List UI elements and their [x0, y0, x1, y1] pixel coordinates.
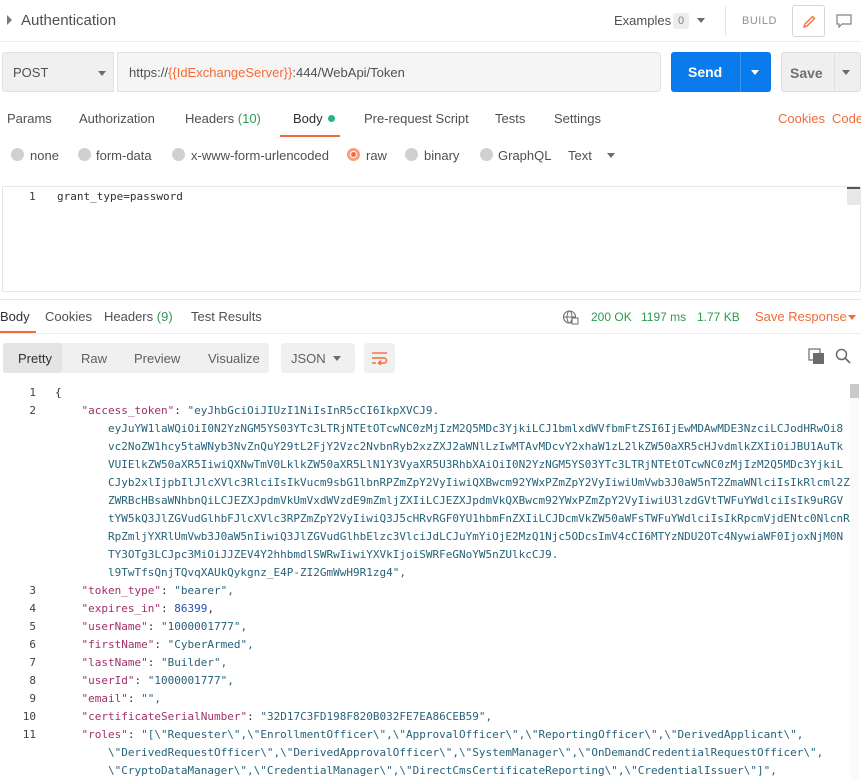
active-tab-indicator [280, 135, 340, 137]
examples-dropdown-icon[interactable] [697, 18, 705, 23]
modified-dot-icon [327, 115, 335, 122]
view-mode-visualize[interactable]: Visualize [208, 351, 260, 366]
tab-authorization[interactable]: Authorization [79, 111, 155, 126]
response-json-viewer[interactable]: 1 2 3 4 5 6 7 8 9 10 11 { "access_token"… [0, 380, 861, 779]
save-button[interactable]: Save [781, 52, 861, 92]
tab-pre-request-script[interactable]: Pre-request Script [364, 111, 469, 126]
copy-icon[interactable] [808, 348, 825, 365]
radio-form-data-label[interactable]: form-data [96, 148, 152, 163]
view-mode-pretty[interactable]: Pretty [18, 351, 52, 366]
radio-urlencoded[interactable] [172, 148, 185, 161]
radio-none-label[interactable]: none [30, 148, 59, 163]
json-scrollbar-thumb[interactable] [850, 384, 859, 398]
tab-body-label: Body [293, 111, 323, 126]
save-response-chevron-icon[interactable] [848, 315, 856, 320]
send-divider [740, 52, 741, 92]
status-code[interactable]: 200 OK [591, 310, 632, 324]
examples-button[interactable]: Examples [614, 13, 671, 28]
save-dropdown-icon[interactable] [842, 70, 850, 75]
response-divider [0, 299, 861, 300]
json-scrollbar[interactable] [850, 384, 859, 779]
method-select[interactable]: POST [2, 52, 114, 92]
send-button[interactable]: Send [671, 52, 771, 92]
wrap-lines-button[interactable] [364, 343, 395, 373]
url-variable: {{IdExchangeServer}} [168, 65, 293, 80]
json-line-numbers: 1 2 3 4 5 6 7 8 9 10 11 [22, 386, 36, 741]
save-response-button[interactable]: Save Response [755, 309, 847, 324]
tab-params[interactable]: Params [7, 111, 52, 126]
send-label: Send [688, 64, 723, 80]
response-tabs-divider [0, 333, 861, 334]
raw-format-select[interactable]: Text [568, 148, 592, 163]
json-body[interactable]: { "access_token": "eyJhbGciOiJIUzI1NiIsI… [55, 384, 850, 779]
response-format-select[interactable]: JSON [281, 343, 355, 373]
response-tab-test-results[interactable]: Test Results [191, 309, 262, 324]
globe-icon[interactable] [562, 309, 579, 325]
response-time[interactable]: 1197 ms [641, 310, 686, 324]
view-mode-raw[interactable]: Raw [81, 351, 107, 366]
response-tab-body[interactable]: Body [0, 309, 30, 324]
edit-button[interactable] [792, 5, 825, 37]
radio-urlencoded-label[interactable]: x-www-form-urlencoded [191, 148, 329, 163]
tab-body[interactable]: Body [293, 111, 335, 126]
radio-raw[interactable] [347, 148, 360, 161]
comment-icon [836, 14, 852, 28]
request-title[interactable]: Authentication [21, 12, 116, 29]
request-body-editor[interactable]: 1 grant_type=password [2, 186, 861, 292]
save-label: Save [790, 65, 823, 81]
save-divider [834, 53, 835, 91]
pencil-icon [802, 15, 816, 29]
header-divider [725, 6, 726, 36]
response-tab-headers-label: Headers [104, 309, 154, 324]
tab-headers-count: (10) [237, 111, 261, 126]
response-format-label: JSON [291, 351, 326, 366]
tab-tests[interactable]: Tests [495, 111, 525, 126]
radio-binary[interactable] [405, 148, 418, 161]
radio-none[interactable] [11, 148, 24, 161]
response-tab-cookies[interactable]: Cookies [45, 309, 92, 324]
build-mode-button[interactable]: BUILD [742, 15, 777, 27]
url-input[interactable]: https://{{IdExchangeServer}}:444/WebApi/… [117, 52, 661, 92]
tab-headers[interactable]: Headers (10) [185, 111, 261, 126]
response-size[interactable]: 1.77 KB [697, 310, 740, 324]
comments-button[interactable] [827, 5, 861, 37]
cookies-link[interactable]: Cookies [778, 111, 825, 126]
radio-graphql-label[interactable]: GraphQL [498, 148, 551, 163]
chevron-down-icon [333, 356, 341, 361]
editor-content[interactable]: grant_type=password [57, 190, 183, 203]
code-link[interactable]: Code [832, 111, 861, 126]
radio-form-data[interactable] [78, 148, 91, 161]
wrap-icon [372, 352, 388, 365]
url-text: https://{{IdExchangeServer}}:444/WebApi/… [129, 65, 405, 80]
view-mode-preview[interactable]: Preview [134, 351, 180, 366]
chevron-down-icon [98, 71, 106, 76]
response-headers-count: (9) [156, 309, 173, 324]
response-tab-headers[interactable]: Headers (9) [104, 309, 173, 324]
radio-graphql[interactable] [480, 148, 493, 161]
editor-scrollbar[interactable] [847, 187, 860, 205]
radio-raw-label[interactable]: raw [366, 148, 387, 163]
editor-line-number: 1 [29, 190, 36, 203]
radio-binary-label[interactable]: binary [424, 148, 459, 163]
tab-headers-label: Headers [185, 111, 235, 126]
collapse-caret-icon[interactable] [7, 15, 12, 25]
search-icon[interactable] [835, 348, 851, 364]
request-header: Authentication Examples 0 BUILD [0, 0, 861, 42]
format-chevron-down-icon[interactable] [607, 153, 615, 158]
method-label: POST [13, 65, 49, 80]
tab-settings[interactable]: Settings [554, 111, 601, 126]
send-dropdown-icon[interactable] [751, 70, 759, 75]
examples-count-badge: 0 [673, 13, 689, 29]
